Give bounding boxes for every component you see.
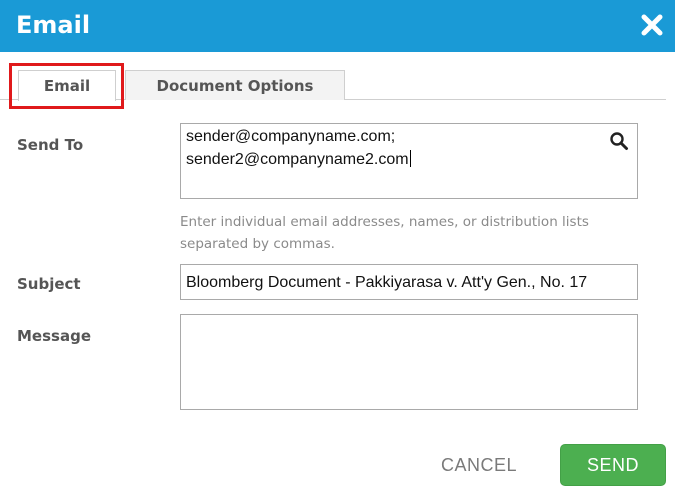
send-to-field[interactable]: sender@companyname.com; sender2@companyn… bbox=[180, 123, 638, 199]
subject-label: Subject bbox=[17, 275, 81, 293]
search-icon[interactable] bbox=[609, 131, 629, 151]
cancel-button[interactable]: CANCEL bbox=[430, 448, 528, 482]
dialog-title: Email bbox=[16, 11, 91, 39]
subject-value: Bloomberg Document - Pakkiyarasa v. Att'… bbox=[186, 274, 588, 291]
send-to-line-2-text: sender2@companyname2.com bbox=[186, 151, 409, 168]
send-to-hint: Enter individual email addresses, names,… bbox=[180, 214, 589, 252]
send-to-label: Send To bbox=[17, 136, 84, 154]
tab-highlight-annotation bbox=[9, 63, 124, 109]
tab-document-options[interactable]: Document Options bbox=[125, 70, 345, 100]
send-button[interactable]: SEND bbox=[560, 444, 666, 486]
subject-field[interactable]: Bloomberg Document - Pakkiyarasa v. Att'… bbox=[180, 264, 638, 300]
dialog-titlebar: Email bbox=[0, 0, 675, 52]
close-icon[interactable] bbox=[639, 12, 665, 38]
message-label: Message bbox=[17, 327, 91, 345]
text-caret bbox=[409, 150, 411, 167]
message-field[interactable] bbox=[180, 314, 638, 410]
send-to-line-1: sender@companyname.com; bbox=[186, 128, 396, 145]
send-to-line-2: sender2@companyname2.com bbox=[186, 150, 411, 169]
